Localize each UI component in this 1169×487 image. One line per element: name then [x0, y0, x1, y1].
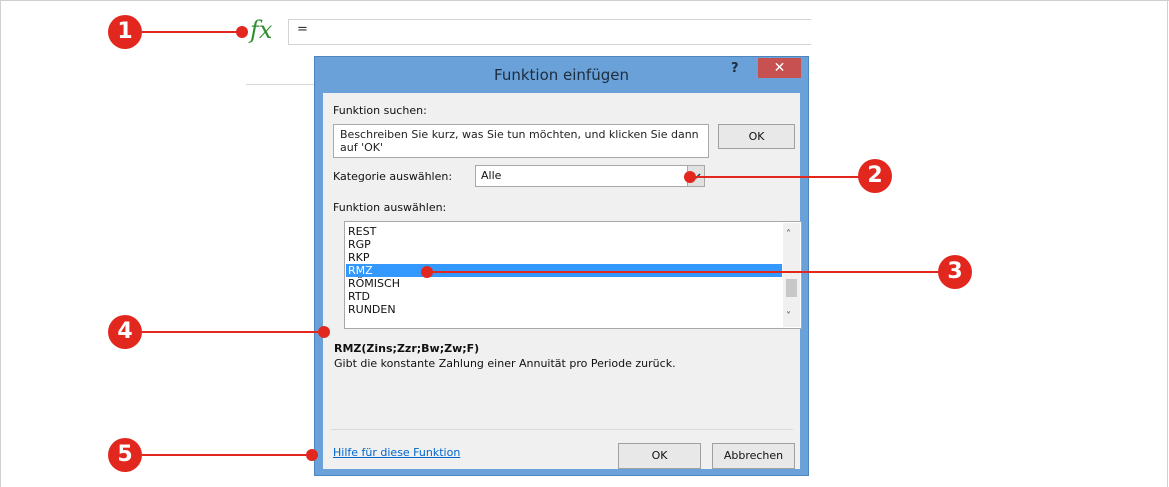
callout-line-5 [142, 454, 310, 456]
callout-badge-4: 4 [108, 315, 142, 349]
search-text: Beschreiben Sie kurz, was Sie tun möchte… [340, 128, 699, 154]
dialog-titlebar[interactable]: Funktion einfügen ? ✕ [315, 57, 808, 93]
function-description: Gibt die konstante Zahlung einer Annuitä… [334, 357, 676, 370]
frame-right-border [1167, 0, 1168, 487]
frame-left-border [0, 0, 1, 487]
sheet-gridline [246, 84, 318, 85]
list-item[interactable]: REST [348, 225, 376, 238]
insert-function-dialog: Funktion einfügen ? ✕ Funktion suchen: B… [314, 56, 809, 476]
callout-line-1 [142, 31, 242, 33]
list-item[interactable]: RGP [348, 238, 371, 251]
callout-dot-1 [236, 26, 248, 38]
close-button[interactable]: ✕ [758, 58, 801, 78]
search-ok-button[interactable]: OK [718, 124, 795, 149]
scroll-down-icon[interactable]: ˅ [786, 311, 791, 322]
scroll-up-icon[interactable]: ˄ [786, 229, 791, 240]
help-button[interactable]: ? [731, 61, 745, 77]
formula-value: = [297, 22, 308, 37]
callout-badge-3: 3 [938, 255, 972, 289]
list-item[interactable]: RÖMISCH [348, 277, 400, 290]
scroll-thumb[interactable] [786, 279, 797, 297]
function-search-input[interactable]: Beschreiben Sie kurz, was Sie tun möchte… [333, 124, 709, 158]
cancel-button[interactable]: Abbrechen [712, 443, 795, 469]
callout-line-4 [142, 331, 320, 333]
callout-dot-4 [318, 326, 330, 338]
callout-line-2 [690, 176, 860, 178]
callout-badge-1: 1 [108, 15, 142, 49]
category-value: Alle [481, 169, 502, 182]
formula-input[interactable]: = [288, 19, 811, 45]
callout-badge-2: 2 [858, 159, 892, 193]
category-select[interactable]: Alle [475, 165, 705, 187]
dialog-body: Funktion suchen: Beschreiben Sie kurz, w… [323, 93, 802, 469]
list-item[interactable]: RUNDEN [348, 303, 396, 316]
list-scrollbar[interactable]: ˄ ˅ [783, 223, 800, 327]
help-link[interactable]: Hilfe für diese Funktion [333, 446, 460, 459]
function-list-label: Funktion auswählen: [333, 201, 447, 214]
callout-line-3 [427, 271, 942, 273]
search-label: Funktion suchen: [333, 104, 427, 117]
function-list[interactable]: REST RGP RKP RMZ RÖMISCH RTD RUNDEN ˄ ˅ [344, 221, 802, 329]
frame-top-border [0, 0, 1169, 1]
function-syntax: RMZ(Zins;Zzr;Bw;Zw;F) [334, 342, 480, 355]
callout-dot-5 [306, 449, 318, 461]
divider [331, 429, 793, 430]
fx-icon[interactable]: fx [250, 16, 272, 44]
list-item[interactable]: RKP [348, 251, 370, 264]
callout-badge-5: 5 [108, 438, 142, 472]
category-label: Kategorie auswählen: [333, 170, 453, 183]
list-item[interactable]: RTD [348, 290, 370, 303]
ok-button[interactable]: OK [618, 443, 701, 469]
